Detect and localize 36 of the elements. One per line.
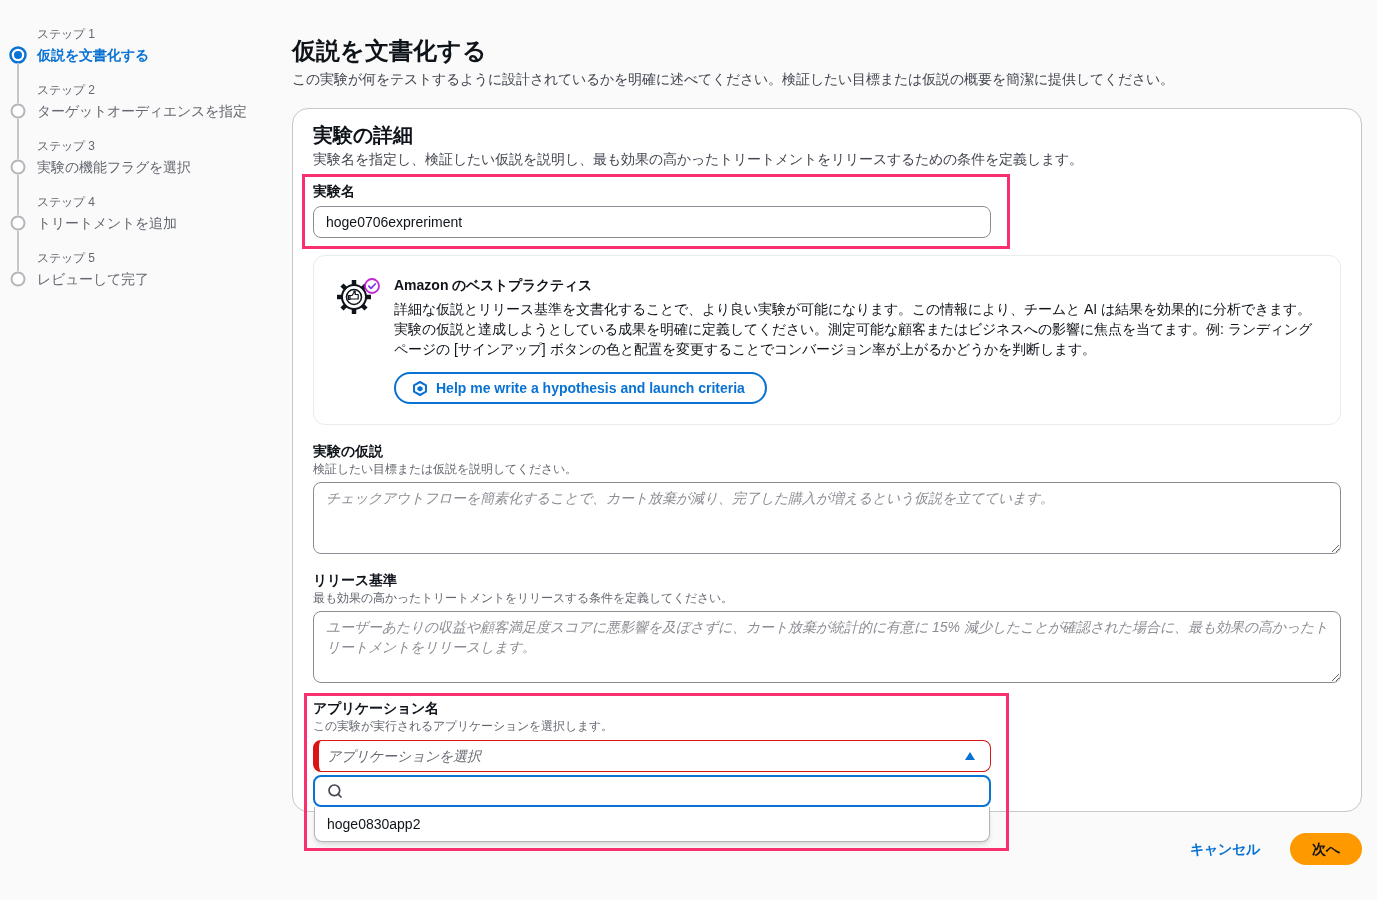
hypothesis-textarea[interactable]: チェックアウトフローを簡素化することで、カート放棄が減り、完了した購入が増えるという仮説を立てています。 xyxy=(313,482,1341,554)
page-title: 仮説を文書化する xyxy=(292,36,488,66)
field-description: この実験が実行されるアプリケーションを選択します。 xyxy=(313,718,614,734)
card-title: 実験の詳細 xyxy=(313,123,414,148)
step-title: トリートメントを追加 xyxy=(37,214,177,233)
step-title: ターゲットオーディエンスを指定 xyxy=(37,102,247,121)
hexagon-icon xyxy=(413,380,427,396)
next-button[interactable]: 次へ xyxy=(1290,833,1362,865)
field-label: 実験名 xyxy=(313,182,356,201)
step-label: ステップ 1 xyxy=(37,26,96,42)
gear-check-icon xyxy=(334,276,381,317)
cancel-button[interactable]: キャンセル xyxy=(1186,833,1264,865)
card-description: 実験名を指定し、検証したい仮説を説明し、最も効果の高かったトリートメントをリリースするための条件を定義します。 xyxy=(313,150,1084,169)
step-label: ステップ 3 xyxy=(37,138,96,154)
dropdown-option[interactable]: hoge0830app2 xyxy=(315,807,989,841)
step-label: ステップ 2 xyxy=(37,82,96,98)
name-input[interactable]: hoge0706expreriment xyxy=(313,206,991,238)
page-description: この実験が何をテストするように設計されているかを明確に述べてください。検証したい目標または仮説の概要を簡潔に提供してください。 xyxy=(292,70,1175,89)
field-label: 実験の仮説 xyxy=(313,442,384,461)
step-title: レビューして完了 xyxy=(37,270,149,289)
step-label: ステップ 5 xyxy=(37,250,96,266)
help-write-button[interactable]: Help me write a hypothesis and launch criteria xyxy=(394,372,767,404)
step-title: 実験の機能フラグを選択 xyxy=(37,158,191,177)
step-label: ステップ 4 xyxy=(37,194,96,210)
field-label: アプリケーション名 xyxy=(313,699,440,718)
search-icon xyxy=(327,783,343,799)
best-practices-title: Amazon のベストプラクティス xyxy=(394,276,594,295)
field-label: リリース基準 xyxy=(313,571,398,590)
field-description: 最も効果の高かったトリートメントをリリースする条件を定義してください。 xyxy=(313,590,734,606)
step-title: 仮説を文書化する xyxy=(37,46,149,65)
application-select[interactable]: アプリケーションを選択 xyxy=(313,740,991,772)
best-practices-text: 詳細な仮説とリリース基準を文書化することで、より良い実験が可能になります。この情報により、チームと AI は結果を効果的に分析できます。実験の仮説と達成しようとしている成果を明確に定義してください。測定可能な顧客またはビジネスへの影響に焦点を当てます。例: ランディングページの [サインアップ] ボタンの色と配置を変更することでコンバージョン率が上がるかどうかを判断します。 xyxy=(394,300,1313,359)
criteria-textarea[interactable]: ユーザーあたりの収益や顧客満足度スコアに悪影響を及ぼさずに、カート放棄が統計的に有意に 15% 減少したことが確認された場合に、最も効果の高かったトリートメントをリリースします。 xyxy=(313,611,1341,683)
field-description: 検証したい目標または仮説を説明してください。 xyxy=(313,461,578,477)
search-field[interactable] xyxy=(313,775,991,807)
caret-up-icon xyxy=(965,752,975,760)
